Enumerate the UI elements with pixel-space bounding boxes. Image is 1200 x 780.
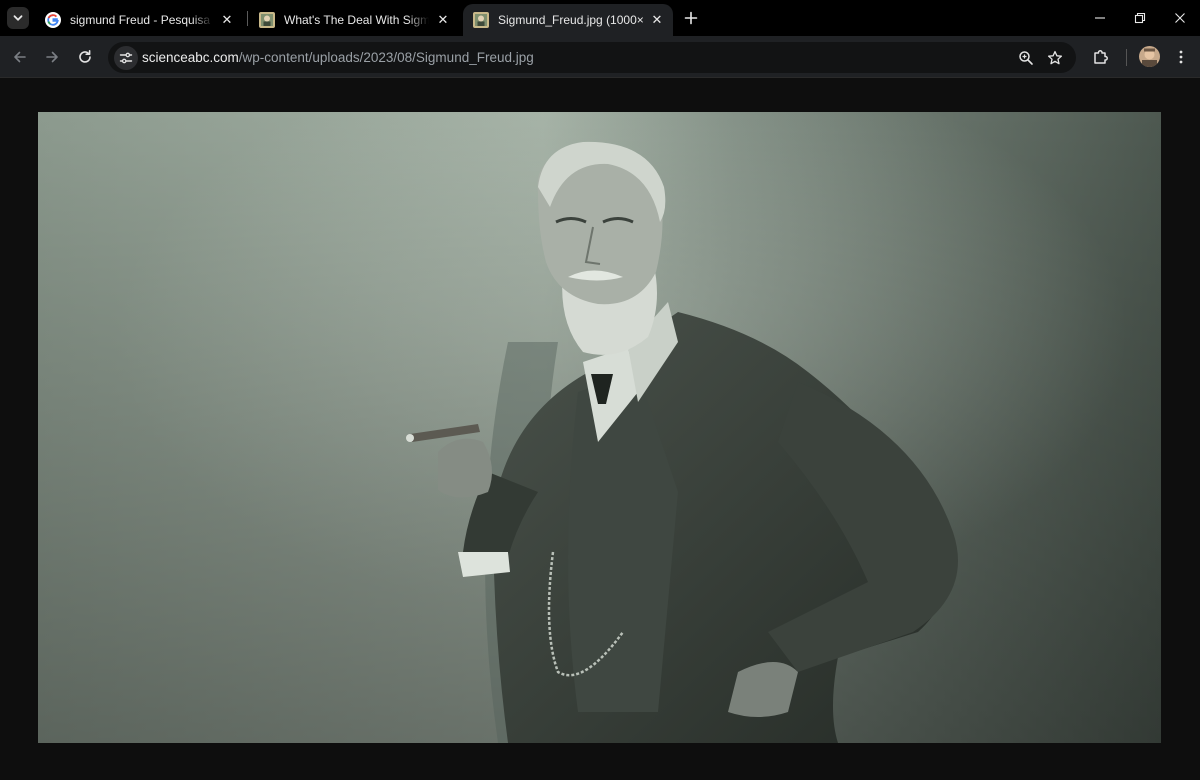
tab-title: Sigmund_Freud.jpg (1000×562) [498, 13, 643, 27]
browser-menu-button[interactable] [1167, 43, 1195, 71]
image-viewer [0, 79, 1200, 780]
zoom-icon [1019, 51, 1033, 65]
chevron-down-icon [13, 15, 23, 21]
site-info-button[interactable] [114, 46, 138, 70]
close-icon [1175, 13, 1185, 23]
close-tab-icon[interactable]: ✕ [219, 12, 235, 28]
minimize-icon [1095, 17, 1105, 19]
tab-title: sigmund Freud - Pesquisa Google [70, 13, 213, 27]
tab-strip: sigmund Freud - Pesquisa Google ✕ What's… [0, 0, 1200, 36]
plus-icon [684, 11, 698, 25]
restore-icon [1134, 12, 1146, 24]
kebab-menu-icon [1179, 50, 1183, 64]
portrait-photo [38, 112, 1161, 743]
address-bar[interactable]: scienceabc.com/wp-content/uploads/2023/0… [108, 42, 1076, 73]
forward-button[interactable] [38, 43, 66, 71]
tab-google-search[interactable]: sigmund Freud - Pesquisa Google ✕ [35, 4, 243, 36]
scienceabc-favicon [259, 12, 275, 28]
displayed-image[interactable] [38, 112, 1161, 743]
zoom-button[interactable] [1015, 47, 1037, 69]
back-button[interactable] [6, 43, 34, 71]
extensions-button[interactable] [1087, 43, 1115, 71]
tab-title: What's The Deal With Sigmund Freud [284, 13, 429, 27]
scienceabc-favicon [473, 12, 489, 28]
close-tab-icon[interactable]: ✕ [649, 12, 665, 28]
url-text[interactable]: scienceabc.com/wp-content/uploads/2023/0… [142, 50, 534, 65]
browser-toolbar: scienceabc.com/wp-content/uploads/2023/0… [0, 36, 1200, 78]
tab-article[interactable]: What's The Deal With Sigmund Freud ✕ [249, 4, 459, 36]
tune-icon [119, 52, 133, 64]
restore-button[interactable] [1120, 0, 1160, 36]
url-host: scienceabc.com [142, 50, 239, 65]
bookmark-button[interactable] [1044, 47, 1066, 69]
close-tab-icon[interactable]: ✕ [435, 12, 451, 28]
close-window-button[interactable] [1160, 0, 1200, 36]
avatar-image [1139, 46, 1160, 67]
toolbar-divider [1126, 49, 1127, 66]
reload-icon [79, 50, 91, 63]
google-g-icon [45, 12, 61, 28]
star-icon [1047, 50, 1063, 65]
profile-avatar[interactable] [1139, 46, 1160, 67]
tab-divider [247, 11, 248, 26]
tab-image-active[interactable]: Sigmund_Freud.jpg (1000×562) ✕ [463, 4, 673, 36]
minimize-button[interactable] [1080, 0, 1120, 36]
arrow-left-icon [14, 51, 26, 63]
puzzle-icon [1094, 50, 1108, 64]
url-path: /wp-content/uploads/2023/08/Sigmund_Freu… [238, 50, 534, 65]
reload-button[interactable] [71, 43, 99, 71]
arrow-right-icon [46, 51, 58, 63]
tab-search-button[interactable] [7, 7, 29, 29]
new-tab-button[interactable] [680, 7, 702, 29]
